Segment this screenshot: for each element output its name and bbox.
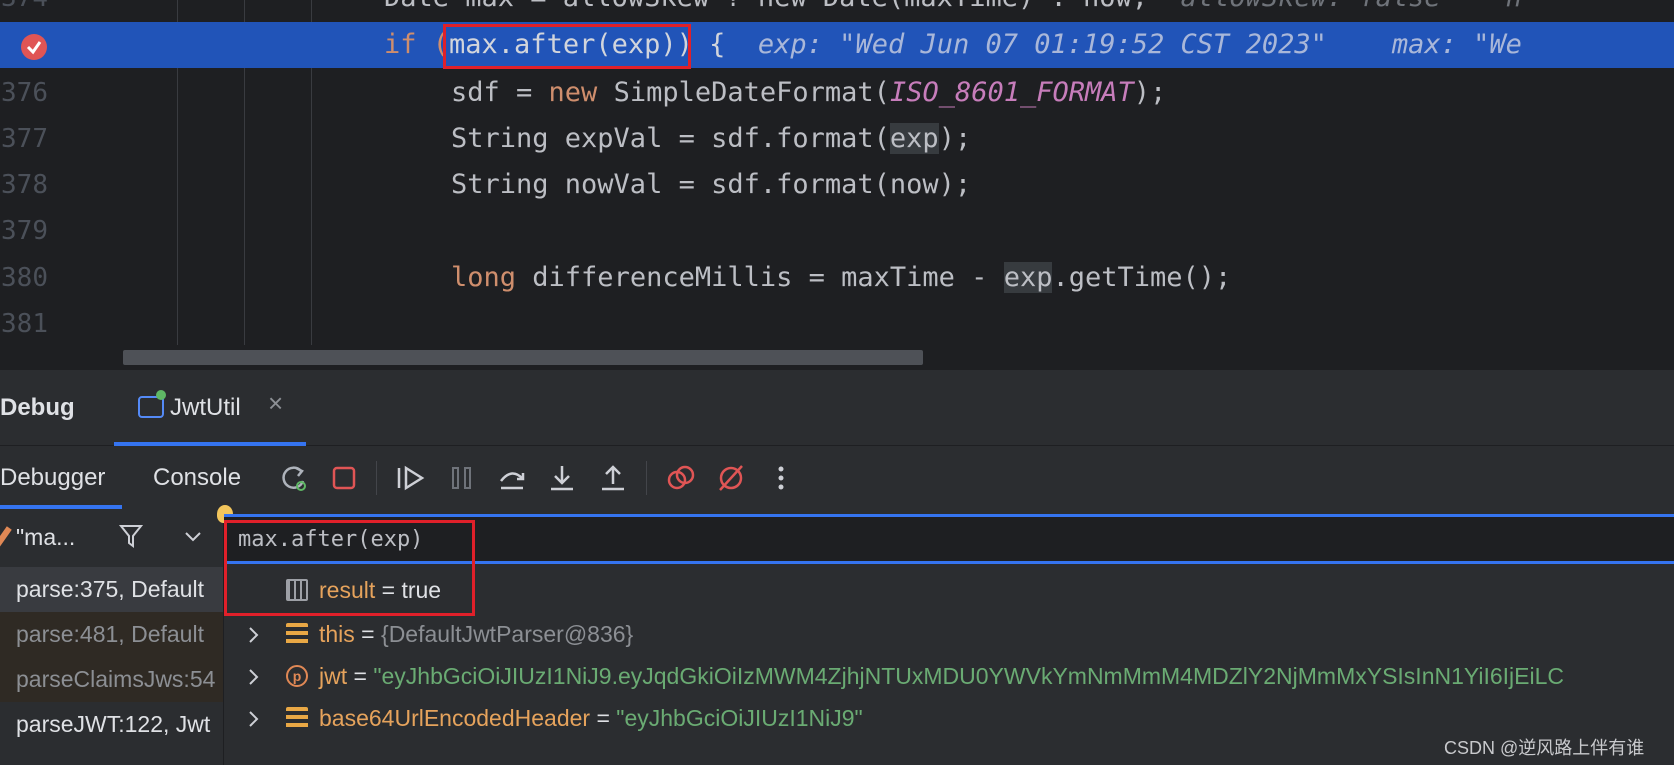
variable-text: base64UrlEncodedHeader = "eyJhbGciOiJIUz… [319,705,863,731]
code-text: sdf = new SimpleDateFormat(ISO_8601_FORM… [451,77,1167,108]
tab-jwtutil[interactable]: JwtUtil × [114,370,306,446]
step-out-icon[interactable] [596,461,630,495]
code-line-374[interactable]: 374 Date max = allowSkew ? new Date(maxT… [0,0,1674,23]
line-number: 374 [0,0,48,23]
mute-breakpoints-icon[interactable] [714,461,748,495]
more-icon[interactable] [764,461,798,495]
code-line-379[interactable]: 379 [0,206,1674,256]
tool-window-title: Debug [0,394,75,421]
variable-text: this = {DefaultJwtParser@836} [319,621,634,647]
step-over-icon[interactable] [495,461,529,495]
line-number: 380 [1,263,48,293]
thread-name: "ma... [16,524,76,550]
code-text: String expVal = sdf.format(exp); [451,123,972,154]
code-line-377[interactable]: 377 String expVal = sdf.format(exp); [0,114,1674,164]
tool-window-header: Debug JwtUtil × [0,370,1674,446]
code-line-375-current[interactable]: if (max.after(exp)) { exp: "Wed Jun 07 0… [0,22,1674,68]
toolbar-separator [376,461,377,495]
stop-icon[interactable] [327,461,361,495]
line-number: 378 [1,170,48,200]
chevron-down-icon[interactable] [184,530,202,548]
code-text: Date max = allowSkew ? new Date(maxTime)… [384,0,1522,23]
inline-value-hint: exp: "Wed Jun 07 01:19:52 CST 2023" max:… [757,29,1522,60]
toolbar-separator [646,461,647,495]
line-number: 379 [1,216,48,246]
code-text: long differenceMillis = maxTime - exp.ge… [451,262,1232,293]
thread-icon [0,526,12,548]
inline-value-hint: allowSkew: false n [1181,0,1522,13]
highlight-box-evaluation [224,520,475,616]
code-text: String nowVal = sdf.format(now); [451,169,972,200]
view-breakpoints-icon[interactable] [664,461,698,495]
horizontal-scrollbar[interactable] [123,350,923,365]
chevron-right-icon[interactable] [248,696,260,743]
debugger-toolbar: Debugger Console [0,447,1674,509]
chevron-right-icon[interactable] [248,654,260,701]
pause-icon[interactable] [445,461,479,495]
frame-item[interactable]: parse:481, Default [0,612,223,657]
line-number: 376 [1,78,48,108]
frame-item[interactable]: parse:375, Default [0,567,223,612]
code-editor[interactable]: 374 Date max = allowSkew ? new Date(maxT… [0,0,1674,370]
code-line-381[interactable]: 381 [0,299,1674,349]
chevron-right-icon[interactable] [248,612,260,659]
line-number: 377 [1,124,48,154]
field-icon [286,623,308,645]
tab-debugger[interactable]: Debugger [0,447,122,509]
code-line-380[interactable]: 380 long differenceMillis = maxTime - ex… [0,253,1674,303]
step-into-icon[interactable] [545,461,579,495]
code-line-378[interactable]: 378 String nowVal = sdf.format(now); [0,160,1674,210]
field-icon [286,707,308,729]
frame-item[interactable]: parseJWT:122, Jwt [0,702,223,747]
tab-console[interactable]: Console [153,447,241,509]
application-icon [138,390,166,418]
variable-row-this[interactable]: this = {DefaultJwtParser@836} [224,612,1674,657]
parameter-icon: p [286,665,308,687]
frames-panel: "ma... parse:375, Default parse:481, Def… [0,510,224,765]
variable-text: jwt = "eyJhbGciOiJIUzI1NiJ9.eyJqdGkiOiIz… [319,663,1565,689]
variable-row-jwt[interactable]: p jwt = "eyJhbGciOiJIUzI1NiJ9.eyJqdGkiOi… [224,654,1674,699]
close-icon[interactable]: × [268,388,283,419]
tab-label: JwtUtil [170,394,241,421]
highlight-box-expression [443,24,691,69]
resume-icon[interactable] [394,461,428,495]
frame-item[interactable]: parseClaimsJws:54 [0,657,223,702]
line-number: 381 [1,309,48,339]
filter-icon[interactable] [118,522,144,555]
breakpoint-hit-icon[interactable] [21,34,47,60]
active-tab-indicator [114,442,306,446]
rerun-icon[interactable] [277,461,311,495]
thread-selector[interactable]: "ma... [0,510,223,564]
watermark: CSDN @逆风路上伴有谁 [1444,738,1645,758]
code-line-376[interactable]: 376 sdf = new SimpleDateFormat(ISO_8601_… [0,68,1674,118]
